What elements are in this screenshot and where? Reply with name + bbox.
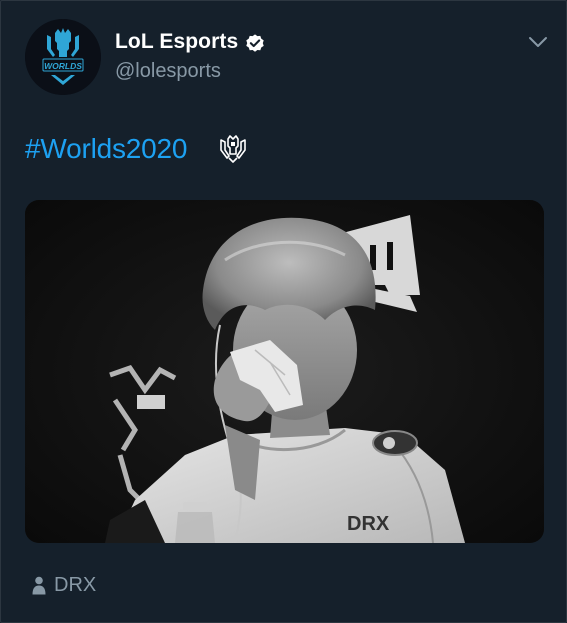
user-handle[interactable]: @lolesports [115,60,221,83]
chevron-down-icon[interactable] [527,34,549,50]
hashtag-link[interactable]: #Worlds2020 [25,133,187,165]
tweet-photo[interactable]: DRX [25,200,544,543]
tagged-user-link[interactable]: DRX [54,574,96,597]
avatar[interactable]: WORLDS [25,19,101,95]
svg-text:WORLDS: WORLDS [44,61,82,71]
svg-text:DRX: DRX [347,513,390,535]
verified-badge-icon [246,34,264,52]
worlds-trophy-emoji-icon [220,135,246,163]
display-name[interactable]: LoL Esports [115,30,238,54]
person-icon [32,576,46,595]
